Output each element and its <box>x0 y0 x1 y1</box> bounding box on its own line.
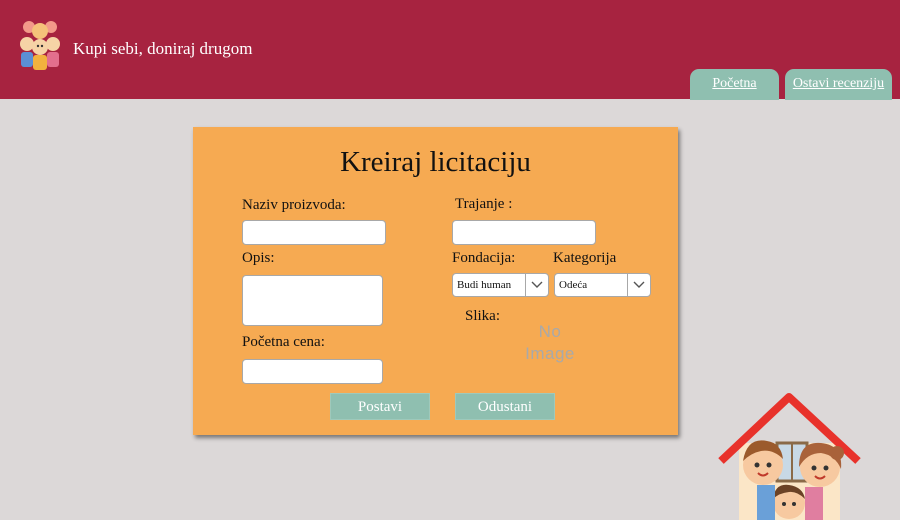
description-label: Opis: <box>242 250 275 266</box>
site-title: Kupi sebi, doniraj drugom <box>73 39 253 58</box>
logo-people-icon <box>20 21 60 70</box>
cancel-button[interactable]: Odustani <box>455 393 555 420</box>
foundation-selected-value: Budi human <box>457 279 512 291</box>
product-name-input[interactable] <box>242 220 386 245</box>
duration-label: Trajanje : <box>455 196 513 212</box>
no-image-placeholder[interactable]: No Image <box>518 321 582 365</box>
create-auction-form: Kreiraj licitaciju Naziv proizvoda: Traj… <box>193 127 678 435</box>
form-title: Kreiraj licitaciju <box>340 146 531 178</box>
header-bar: Kupi sebi, doniraj drugom Početna Ostavi… <box>0 0 900 100</box>
duration-input[interactable] <box>452 220 596 245</box>
tab-leave-review[interactable]: Ostavi recenziju <box>785 69 892 100</box>
description-textarea[interactable] <box>242 275 383 326</box>
no-image-text-line2: Image <box>525 344 575 363</box>
product-name-label: Naziv proizvoda: <box>242 197 346 213</box>
no-image-text-line1: No <box>538 322 562 341</box>
category-select[interactable]: Odeća <box>554 273 651 297</box>
category-selected-value: Odeća <box>559 279 588 291</box>
chevron-down-icon <box>627 274 650 296</box>
family-house-illustration <box>718 393 861 520</box>
foundation-select[interactable]: Budi human <box>452 273 549 297</box>
image-label: Slika: <box>465 308 501 324</box>
foundation-label: Fondacija: <box>452 250 516 266</box>
submit-button[interactable]: Postavi <box>330 393 430 420</box>
tab-home[interactable]: Početna <box>690 69 779 100</box>
category-label: Kategorija <box>553 250 617 266</box>
start-price-label: Početna cena: <box>242 334 325 350</box>
chevron-down-icon <box>525 274 548 296</box>
start-price-input[interactable] <box>242 359 383 384</box>
